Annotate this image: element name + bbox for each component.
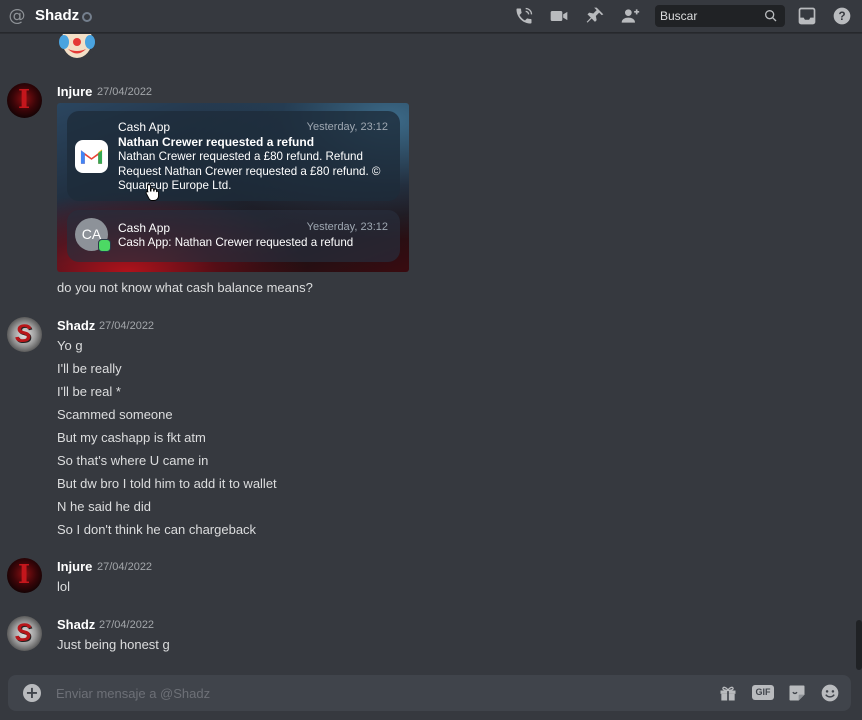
message-timestamp: 27/04/2022: [99, 619, 155, 631]
sticker-icon[interactable]: [787, 683, 807, 703]
notification-app-name: Cash App: [118, 120, 171, 134]
channel-header: @ Shadz ?: [0, 0, 862, 33]
gif-button[interactable]: GIF: [752, 685, 774, 700]
emoji-icon[interactable]: [820, 683, 840, 703]
message-list: I Injure 27/04/2022 Cash App Yesterday, …: [0, 34, 856, 670]
notification-body: Nathan Crewer requested a £80 refund. Re…: [118, 150, 381, 192]
notification-card: Cash App Yesterday, 23:12 Nathan Crewer …: [67, 111, 400, 201]
message-text: lol: [57, 579, 71, 594]
call-icon[interactable]: [514, 6, 534, 26]
message-text: Just being honest g: [57, 637, 170, 652]
avatar[interactable]: I: [7, 83, 42, 118]
notification-time: Yesterday, 23:12: [306, 221, 388, 233]
search-icon: [763, 8, 779, 24]
notification-title: Nathan Crewer requested a refund: [118, 135, 315, 149]
message-text: So that's where U came in: [57, 453, 209, 468]
hand-cursor-icon: [145, 183, 159, 201]
message-composer: + GIF: [8, 675, 851, 711]
pinned-messages-icon[interactable]: [585, 6, 605, 26]
avatar[interactable]: S: [7, 317, 42, 352]
attached-image[interactable]: Cash App Yesterday, 23:12 Nathan Crewer …: [57, 103, 409, 272]
notification-time: Yesterday, 23:12: [306, 121, 388, 133]
upload-button[interactable]: +: [23, 684, 41, 702]
inbox-icon[interactable]: [797, 6, 817, 26]
plus-icon: +: [25, 683, 39, 702]
help-icon[interactable]: ?: [832, 6, 852, 26]
scrollbar[interactable]: [856, 620, 862, 670]
avatar[interactable]: I: [7, 558, 42, 593]
message-timestamp: 27/04/2022: [97, 561, 153, 573]
message-text: Yo g: [57, 338, 83, 353]
offline-status-icon: [82, 12, 92, 22]
message-text: Scammed someone: [57, 407, 173, 422]
message-author[interactable]: Injure: [57, 559, 92, 574]
notification-card: CA Cash App Yesterday, 23:12 Cash App: N…: [67, 210, 400, 262]
message-text: N he said he did: [57, 499, 151, 514]
message-text: But dw bro I told him to add it to walle…: [57, 476, 277, 491]
message-input[interactable]: [56, 683, 656, 703]
add-friend-icon[interactable]: [620, 6, 640, 26]
messages-app-icon: [98, 239, 111, 252]
clown-emoji-icon: [58, 34, 96, 60]
channel-name: Shadz: [35, 7, 80, 24]
message-text: I'll be really: [57, 361, 122, 376]
search-input[interactable]: [660, 8, 760, 24]
message-text: I'll be real *: [57, 384, 121, 399]
gmail-icon: [75, 140, 108, 173]
video-call-icon[interactable]: [549, 6, 569, 26]
at-sign-icon: @: [8, 6, 26, 26]
search-box[interactable]: [655, 5, 785, 27]
message-timestamp: 27/04/2022: [97, 86, 153, 98]
message-author[interactable]: Shadz: [57, 617, 95, 632]
message-author[interactable]: Shadz: [57, 318, 95, 333]
gift-icon[interactable]: [718, 683, 738, 703]
message-text: But my cashapp is fkt atm: [57, 430, 206, 445]
notification-body: Cash App: Nathan Crewer requested a refu…: [118, 236, 354, 249]
message-author[interactable]: Injure: [57, 84, 92, 99]
svg-text:?: ?: [838, 10, 845, 23]
message-timestamp: 27/04/2022: [99, 320, 155, 332]
notification-app-name: Cash App: [118, 221, 171, 235]
avatar[interactable]: S: [7, 616, 42, 651]
message-text: do you not know what cash balance means?: [57, 280, 313, 295]
message-text: So I don't think he can chargeback: [57, 522, 257, 537]
